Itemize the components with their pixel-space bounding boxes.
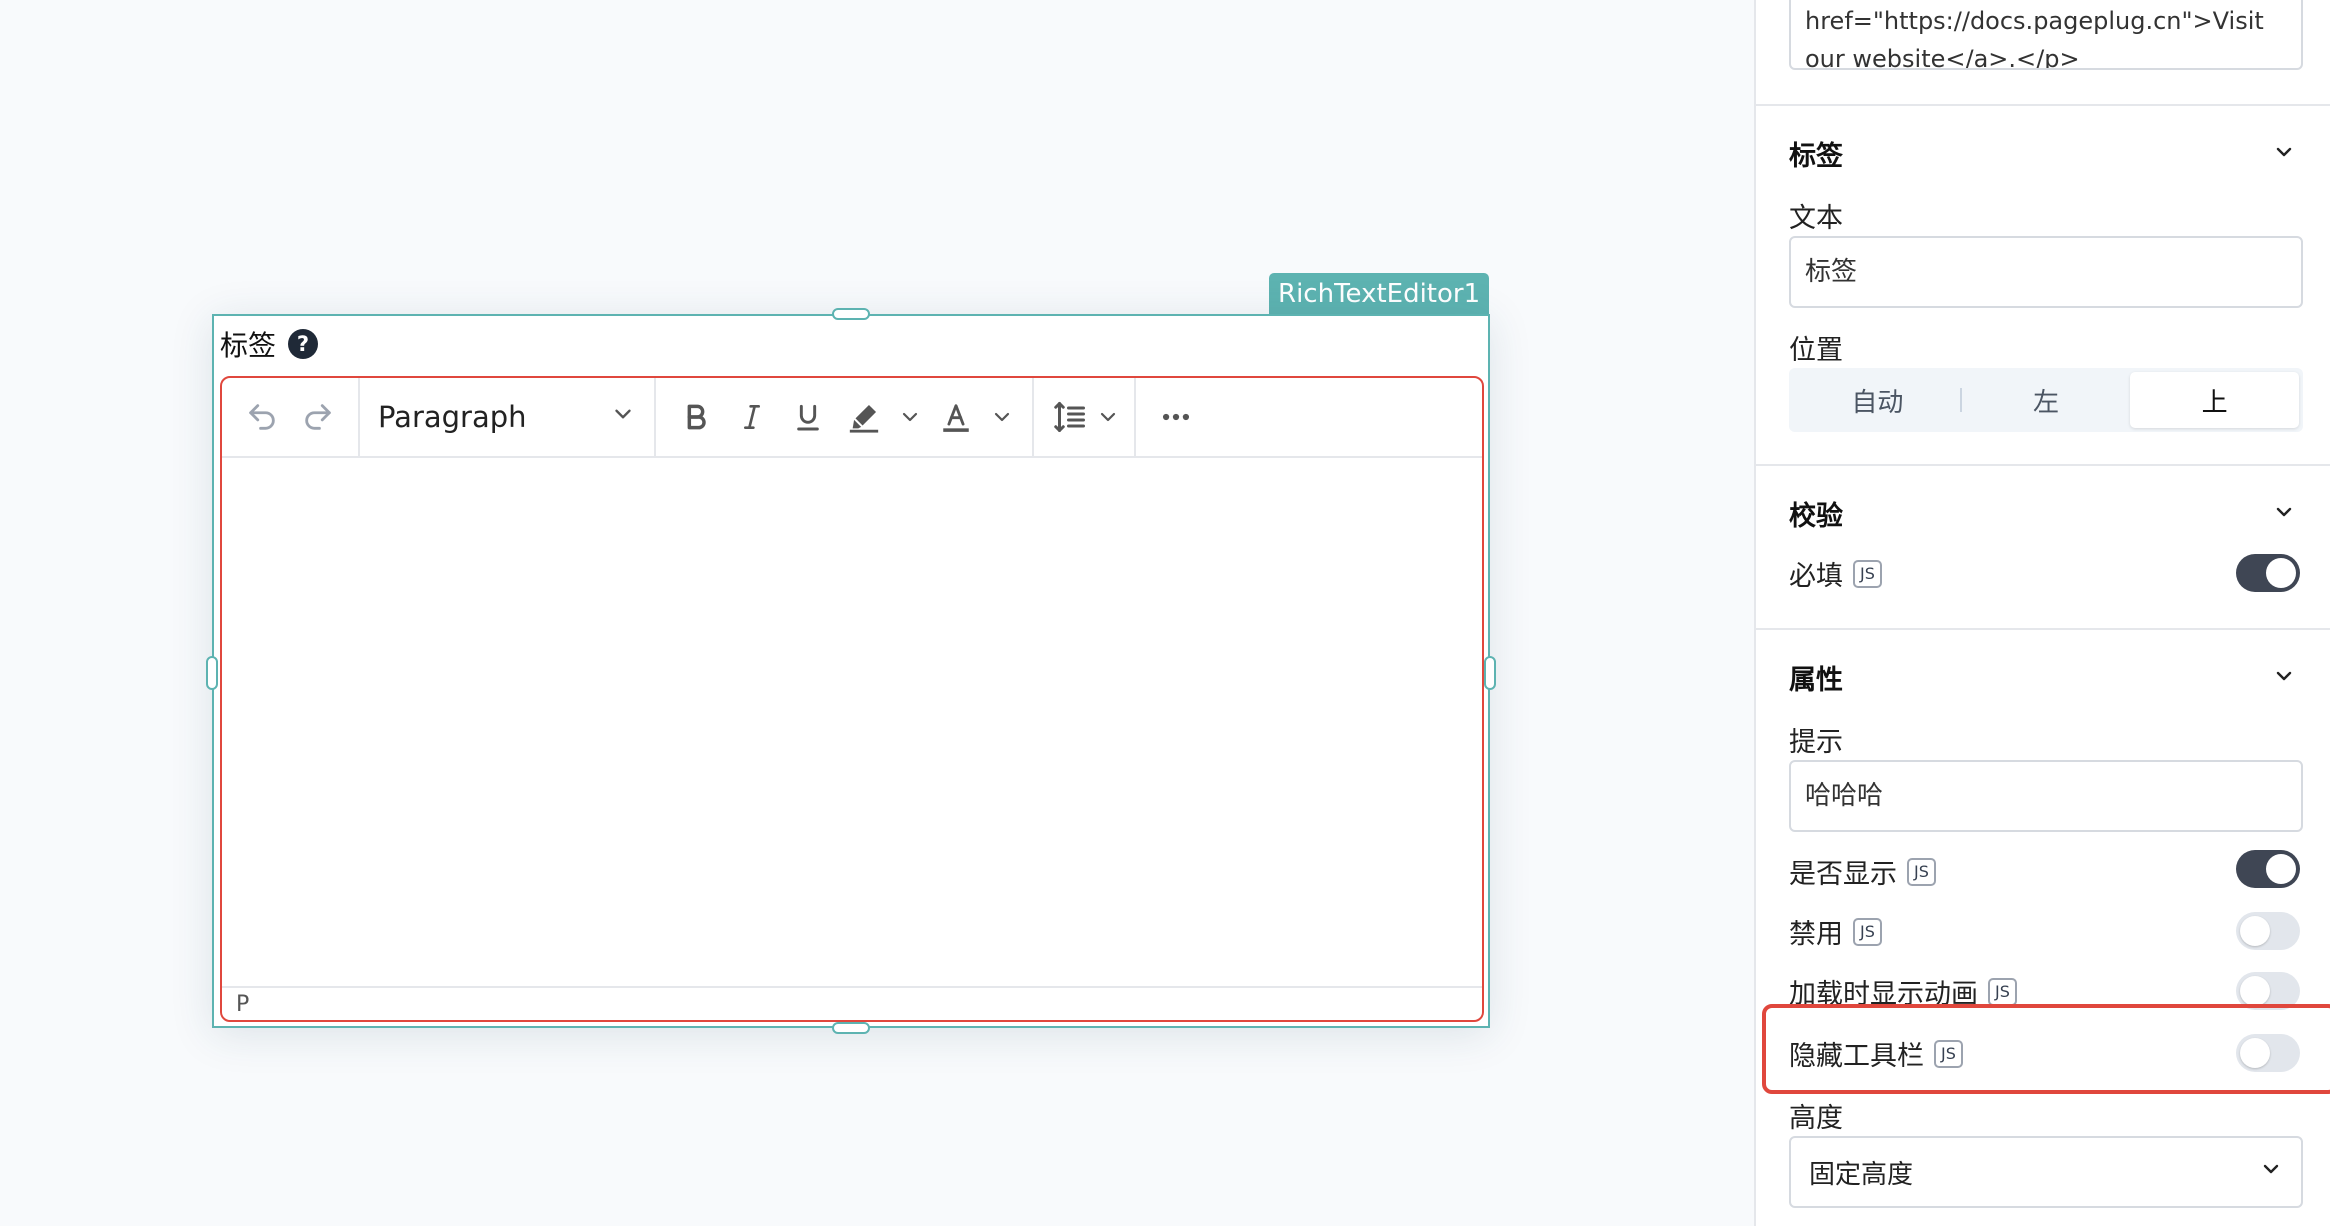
disabled-label: 禁用 JS — [1789, 912, 1882, 951]
chevron-down-icon — [610, 400, 636, 434]
widget-name-tag[interactable]: RichTextEditor1 — [1269, 273, 1490, 315]
height-select-value: 固定高度 — [1809, 1159, 1914, 1190]
undo-icon[interactable] — [234, 389, 290, 445]
chevron-down-icon — [2259, 1157, 2283, 1188]
italic-icon[interactable] — [724, 389, 780, 445]
toggle-knob — [2240, 916, 2270, 946]
editor-statusbar: P — [222, 986, 1482, 1020]
disabled-label-text: 禁用 — [1789, 919, 1843, 950]
bold-icon[interactable] — [668, 389, 724, 445]
disabled-toggle[interactable] — [2236, 912, 2300, 950]
label-section-title[interactable]: 标签 — [1789, 134, 1843, 173]
required-label-text: 必填 — [1789, 561, 1843, 592]
format-group — [656, 378, 1034, 457]
block-format-value: Paragraph — [378, 400, 527, 434]
more-icon[interactable] — [1148, 389, 1204, 445]
block-format-dropdown[interactable]: Paragraph — [372, 389, 642, 445]
block-format-group: Paragraph — [360, 378, 656, 457]
text-color-icon[interactable] — [928, 389, 984, 445]
section-divider — [1756, 464, 2330, 466]
history-group — [222, 378, 360, 457]
resize-handle-left[interactable] — [206, 656, 218, 690]
text-label: 文本 — [1789, 203, 1843, 234]
required-label: 必填 JS — [1789, 554, 1882, 593]
resize-handle-bottom[interactable] — [832, 1022, 870, 1034]
editor-content-area[interactable] — [222, 458, 1482, 986]
position-label: 位置 — [1789, 335, 1843, 366]
visible-toggle[interactable] — [2236, 850, 2300, 888]
editor-toolbar: Paragraph — [222, 378, 1482, 458]
validation-section-title[interactable]: 校验 — [1789, 494, 1843, 533]
line-height-group — [1034, 378, 1136, 457]
rich-text-editor-widget[interactable]: 标签 ? Paragraph P — [212, 314, 1490, 1028]
redo-icon[interactable] — [290, 389, 346, 445]
field-label: 标签 ? — [220, 324, 319, 364]
tooltip-input[interactable]: 哈哈哈 — [1789, 760, 2303, 832]
chevron-down-icon[interactable] — [2272, 664, 2296, 688]
default-value-line: our website</a>.</p> — [1805, 45, 2080, 70]
properties-section-title[interactable]: 属性 — [1789, 658, 1843, 697]
highlight-annotation-box — [1762, 1004, 2330, 1094]
js-toggle-badge[interactable]: JS — [1907, 857, 1936, 886]
chevron-down-icon[interactable] — [2272, 500, 2296, 524]
section-divider — [1756, 104, 2330, 106]
js-toggle-badge[interactable]: JS — [1853, 917, 1882, 946]
position-option-auto[interactable]: 自动 — [1793, 372, 1962, 428]
element-path[interactable]: P — [236, 992, 249, 1017]
field-label-text: 标签 — [220, 329, 277, 362]
default-value-textarea[interactable]: href="https://docs.pageplug.cn">Visit ou… — [1789, 0, 2303, 70]
default-value-line: href="https://docs.pageplug.cn">Visit — [1805, 7, 2264, 35]
height-select[interactable]: 固定高度 — [1789, 1136, 2303, 1208]
visible-label-text: 是否显示 — [1789, 859, 1897, 890]
highlight-dropdown-chevron-icon[interactable] — [892, 389, 928, 445]
underline-icon[interactable] — [780, 389, 836, 445]
js-toggle-badge[interactable]: JS — [1988, 977, 2017, 1006]
resize-handle-right[interactable] — [1484, 656, 1496, 690]
more-group — [1136, 378, 1216, 457]
chevron-down-icon[interactable] — [2272, 140, 2296, 164]
js-toggle-badge[interactable]: JS — [1853, 559, 1882, 588]
resize-handle-top[interactable] — [832, 308, 870, 320]
help-icon[interactable]: ? — [288, 329, 319, 359]
label-text-input[interactable]: 标签 — [1789, 236, 2303, 308]
position-segmented-control: 自动 左 上 — [1789, 368, 2303, 432]
editor-container[interactable]: Paragraph P — [220, 376, 1484, 1022]
visible-label: 是否显示 JS — [1789, 852, 1936, 891]
position-option-left[interactable]: 左 — [1962, 372, 2131, 428]
toggle-knob — [2266, 558, 2296, 588]
line-height-icon[interactable] — [1046, 389, 1094, 445]
tooltip-label: 提示 — [1789, 727, 1843, 758]
line-height-dropdown-chevron-icon[interactable] — [1094, 389, 1122, 445]
required-toggle[interactable] — [2236, 554, 2300, 592]
height-label: 高度 — [1789, 1103, 1843, 1134]
toggle-knob — [2266, 854, 2296, 884]
text-color-dropdown-chevron-icon[interactable] — [984, 389, 1020, 445]
canvas[interactable]: RichTextEditor1 标签 ? Paragraph P — [0, 0, 1680, 1226]
section-divider — [1756, 628, 2330, 630]
toggle-knob — [2240, 976, 2270, 1006]
highlighter-icon[interactable] — [836, 389, 892, 445]
position-option-top[interactable]: 上 — [2130, 372, 2300, 428]
